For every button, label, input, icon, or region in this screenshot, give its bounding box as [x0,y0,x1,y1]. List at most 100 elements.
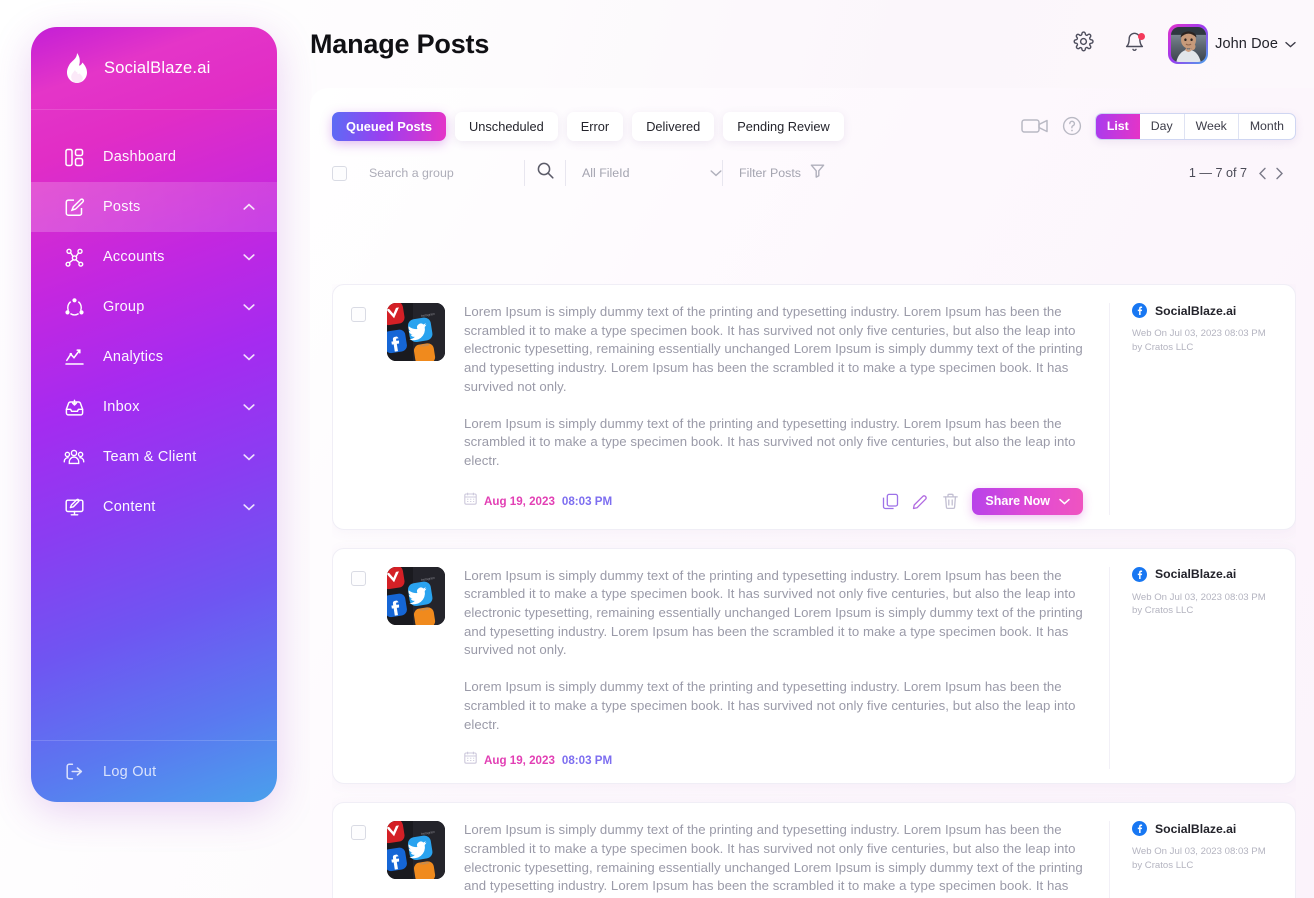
sidebar-item-content[interactable]: Content [31,482,277,532]
sidebar-item-analytics[interactable]: Analytics [31,332,277,382]
chevron-down-icon[interactable] [243,353,255,361]
search-button[interactable] [525,161,565,185]
post-content: Lorem Ipsum is simply dummy text of the … [445,821,1109,898]
top-bar-actions: John Doe [1066,24,1296,64]
post-meta-info: Web On Jul 03, 2023 08:03 PM by Cratos L… [1132,845,1281,872]
content-monitor-icon [63,496,85,518]
calendar-icon [464,492,477,510]
avatar[interactable] [1168,24,1209,64]
divider [722,160,723,186]
notifications-button[interactable] [1117,27,1151,61]
sidebar-item-label: Analytics [103,349,164,365]
post-time: 08:03 PM [561,753,613,767]
question-circle-icon[interactable] [1062,116,1082,136]
chevron-down-icon[interactable] [243,303,255,311]
tab-pending-review[interactable]: Pending Review [723,111,844,141]
post-checkbox[interactable] [351,570,366,586]
chevron-down-icon[interactable] [243,403,255,411]
logout-button[interactable]: Log Out [31,740,277,802]
view-mode-list[interactable]: List [1095,113,1140,139]
post-checkbox[interactable] [351,825,366,841]
post-meta-info: Web On Jul 03, 2023 08:03 PM by Cratos L… [1132,327,1281,354]
post-content: Lorem Ipsum is simply dummy text of the … [445,303,1109,515]
post-paragraph: Lorem Ipsum is simply dummy text of the … [464,822,1083,898]
post-content: Lorem Ipsum is simply dummy text of the … [445,567,1109,770]
post-meta-line1: Web On Jul 03, 2023 08:03 PM [1132,591,1266,603]
post-footer: Aug 19, 2023 08:03 PM [464,487,1083,515]
filter-posts-button[interactable]: Filter Posts [739,163,825,183]
trash-icon[interactable] [942,493,959,510]
settings-button[interactable] [1066,27,1100,61]
post-thumbnail: Instagram Twitter [387,566,445,625]
post-select-col [333,567,387,770]
post-checkbox[interactable] [351,307,366,322]
facebook-icon [1132,821,1147,837]
sidebar-item-group[interactable]: Group [31,282,277,332]
post-thumbnail: Instagram Twitter [387,303,445,361]
field-select[interactable]: All FileId [582,164,722,182]
chevron-down-icon[interactable] [243,453,255,461]
post-account-name: SocialBlaze.ai [1155,303,1237,318]
thumbnail-image: Instagram Twitter [387,566,445,625]
sidebar-item-label: Dashboard [103,149,177,165]
share-now-button[interactable]: Share Now [972,487,1083,515]
brand-name: SocialBlaze.ai [104,58,211,77]
view-mode-month[interactable]: Month [1239,114,1295,139]
post-card[interactable]: Instagram Twitter Lorem Ipsum is simply … [332,284,1296,530]
post-account: SocialBlaze.ai [1132,566,1281,582]
tab-queued-posts[interactable]: Queued Posts [332,111,447,141]
sidebar-item-inbox[interactable]: Inbox [31,382,277,432]
team-people-icon [63,446,85,468]
sidebar-item-team-client[interactable]: Team & Client [31,432,277,482]
sidebar-nav: Dashboard Posts Accounts Group Analytics… [31,110,277,532]
gear-icon [1073,31,1094,57]
post-card[interactable]: Instagram Twitter Lorem Ipsum is simply … [332,547,1296,785]
tab-unscheduled[interactable]: Unscheduled [455,111,558,141]
pagination-text: 1 — 7 of 7 [1188,166,1247,180]
post-meta-line2: by Cratos LLC [1132,605,1194,617]
post-select-col [333,821,387,898]
copy-icon[interactable] [882,493,899,510]
filter-posts-label: Filter Posts [739,166,801,180]
sidebar-item-posts[interactable]: Posts [31,182,277,232]
post-actions: Share Now [882,487,1083,515]
search-group-box [369,166,524,180]
pagination: 1 — 7 of 7 [1189,166,1296,180]
field-select-value: All FileId [582,166,630,180]
sidebar-item-label: Group [103,299,145,315]
chevron-up-icon[interactable] [243,203,255,211]
user-menu[interactable]: John Doe [1168,24,1296,64]
logout-label: Log Out [103,763,157,780]
sidebar-item-dashboard[interactable]: Dashboard [31,132,277,182]
sidebar-item-accounts[interactable]: Accounts [31,232,277,282]
view-mode-week[interactable]: Week [1185,113,1239,139]
post-card[interactable]: Instagram Twitter Lorem Ipsum is simply … [332,802,1296,898]
tab-delivered[interactable]: Delivered [632,111,715,141]
video-camera-icon[interactable] [1021,116,1049,136]
view-mode-day[interactable]: Day [1140,113,1185,139]
chevron-down-icon [710,164,722,182]
posts-list: Instagram Twitter Lorem Ipsum is simply … [332,284,1296,898]
thumbnail-image: Instagram Twitter [387,821,445,880]
chevron-right-icon[interactable] [1275,167,1284,180]
chevron-left-icon[interactable] [1258,167,1267,180]
view-controls: List Day Week Month [1021,112,1296,140]
share-now-label: Share Now [985,494,1050,509]
filter-row: All FileId Filter Posts 1 — 7 of 7 [332,148,1296,198]
pencil-icon[interactable] [912,493,929,510]
chevron-down-icon[interactable] [243,503,255,511]
post-footer: Aug 19, 2023 08:03 PM [464,751,1083,769]
post-account-meta: SocialBlaze.ai Web On Jul 03, 2023 08:03… [1109,303,1295,515]
select-all-checkbox[interactable] [332,165,347,181]
chevron-down-icon[interactable] [243,253,255,261]
brand[interactable]: SocialBlaze.ai [31,27,277,110]
tab-error[interactable]: Error [566,111,624,141]
search-input[interactable] [369,166,509,180]
post-account-meta: SocialBlaze.ai Web On Jul 03, 2023 08:03… [1109,566,1295,770]
posts-edit-icon [63,196,85,218]
post-meta-line2: by Cratos LLC [1132,859,1194,871]
chevron-down-icon [1059,494,1070,508]
view-mode-segmented: List Day Week Month [1094,112,1296,140]
inbox-icon [63,396,85,418]
chevron-down-icon[interactable] [1285,35,1296,53]
